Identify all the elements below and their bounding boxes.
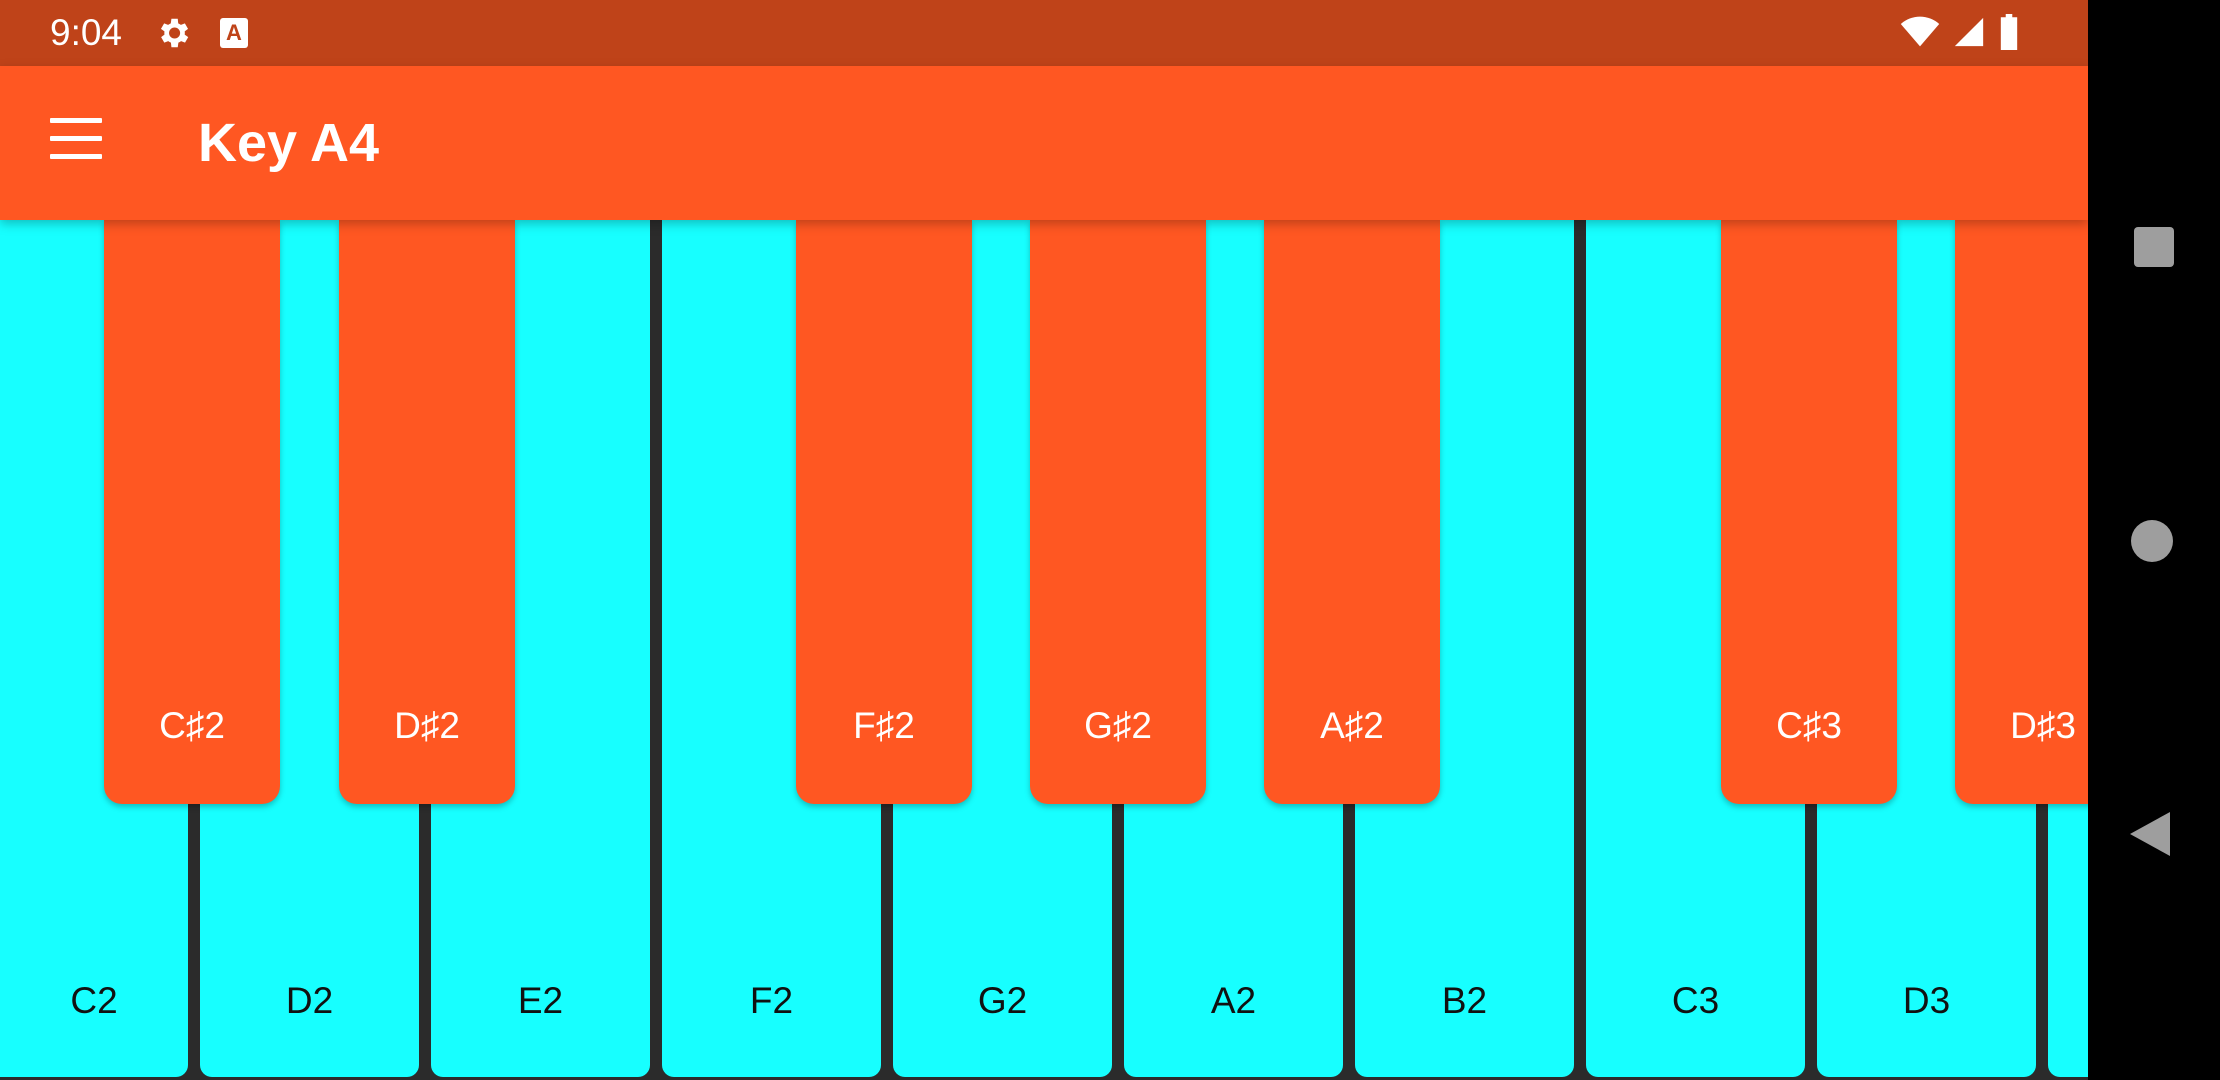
status-time: 9:04 (50, 12, 123, 53)
key-label: C2 (70, 980, 118, 1021)
key-label: E3 (2048, 979, 2088, 1023)
app-bar: Key A4 (0, 66, 2088, 220)
gear-icon (160, 18, 189, 48)
key-label: A♯2 (1320, 705, 1384, 746)
key-label: G2 (977, 980, 1028, 1021)
black-key-d-sharp-3[interactable]: D♯3 (1955, 220, 2088, 804)
hamburger-menu-icon[interactable] (46, 118, 106, 168)
wifi-icon (1900, 16, 1940, 47)
key-label: D2 (285, 980, 334, 1021)
key-label: A2 (1210, 980, 1257, 1021)
page-title: Key A4 (198, 113, 380, 173)
key-label: F2 (749, 980, 794, 1021)
key-label: E2 (517, 980, 564, 1021)
key-label: F♯2 (853, 705, 915, 746)
black-key-a-sharp-2[interactable]: A♯2 (1264, 220, 1440, 804)
black-key-d-sharp-2[interactable]: D♯2 (339, 220, 515, 804)
key-label: D♯3 (2010, 705, 2076, 746)
piano-keyboard: C2 D2 E2 F2 G2 A2 B2 C3 D3 E3 C♯2 (0, 220, 2088, 1080)
home-circle-icon[interactable] (2131, 520, 2173, 562)
key-label: C♯2 (159, 705, 225, 746)
key-label: C3 (1671, 980, 1720, 1021)
key-label: G♯2 (1084, 705, 1152, 746)
key-label: D♯2 (394, 705, 460, 746)
battery-icon (2000, 14, 2018, 50)
black-key-g-sharp-2[interactable]: G♯2 (1030, 220, 1206, 804)
status-right-icons (1900, 14, 2020, 50)
back-triangle-icon[interactable] (2128, 810, 2172, 858)
black-key-f-sharp-2[interactable]: F♯2 (796, 220, 972, 804)
status-bar: 9:04 A (0, 0, 2088, 66)
screen: 9:04 A Key A4 C2 D2 E2 F2 G2 A2 B2 C3 D3… (0, 0, 2220, 1080)
text-a-icon: A (220, 18, 248, 48)
black-key-c-sharp-3[interactable]: C♯3 (1721, 220, 1897, 804)
black-key-c-sharp-2[interactable]: C♯2 (104, 220, 280, 804)
signal-icon (1954, 17, 1984, 47)
key-label: D3 (1902, 980, 1951, 1021)
recents-square-icon[interactable] (2134, 227, 2174, 267)
key-label: C♯3 (1776, 705, 1842, 746)
key-label: B2 (1441, 980, 1488, 1021)
